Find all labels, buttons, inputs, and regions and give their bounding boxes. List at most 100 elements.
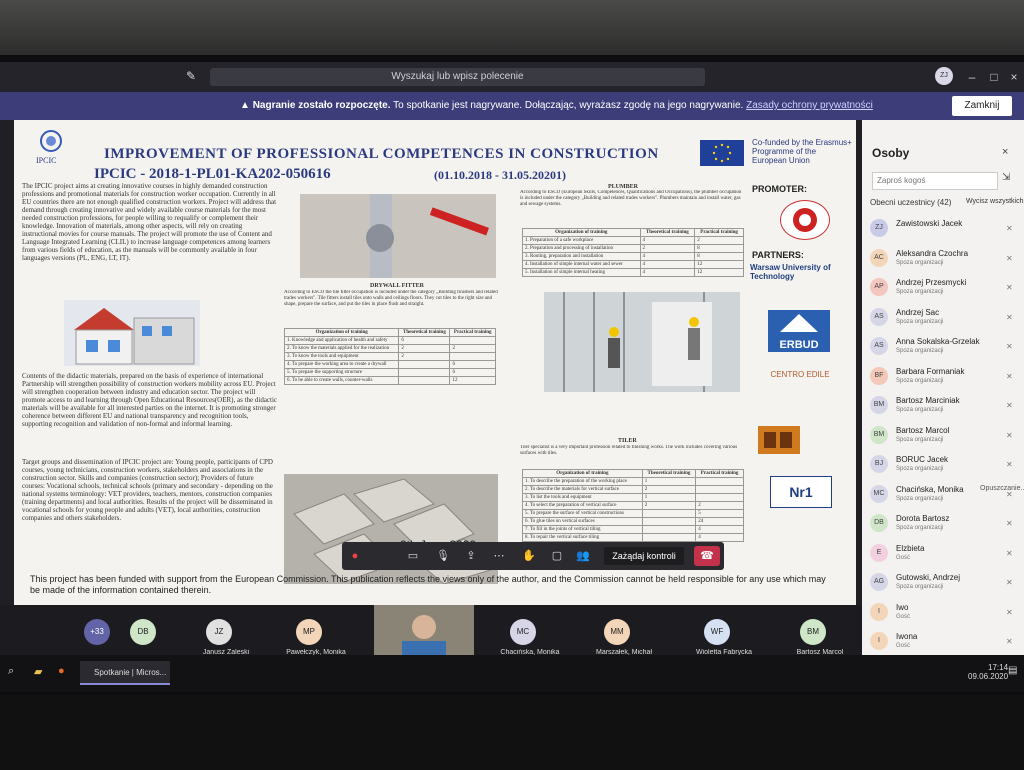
target-groups-text: Target groups and dissemination of IPCIC…	[22, 458, 273, 522]
house-illustration	[64, 300, 200, 366]
shared-content-poster: IPCIC IMPROVEMENT OF PROFESSIONAL COMPET…	[14, 120, 856, 605]
table-header: Practical training	[695, 469, 744, 478]
invite-input[interactable]: Zaproś kogoś	[872, 172, 998, 190]
hang-up-button[interactable]: ☎	[694, 546, 720, 566]
participant-row[interactable]: BJ BORUC Jacek Spoza organizacji ✕	[868, 452, 1018, 478]
participant-row[interactable]: ZJ Zawistowski Jacek ✕	[868, 216, 1018, 242]
tiler-text: Tiler specialist is a very important pro…	[520, 445, 738, 456]
participant-role: Spoza organizacji	[896, 318, 944, 325]
table-header: Organization of training	[283, 328, 400, 337]
profile-avatar[interactable]: ZJ	[935, 67, 953, 85]
drywall-training-table: Organization of training Theoretical trai…	[283, 328, 496, 385]
participant-row[interactable]: BM Bartosz Marcol Spoza organizacji ✕	[868, 423, 1018, 449]
warsaw-university-logo: Warsaw University of Technology	[750, 263, 831, 281]
current-participants-toggle[interactable]: Obecni uczestnicy (42)	[870, 198, 951, 207]
mic-muted-icon: ✕	[1006, 430, 1013, 440]
promoter-heading: PROMOTER:	[752, 184, 807, 194]
search-input[interactable]: Wyszukaj lub wpisz polecenie	[210, 68, 705, 86]
notifications-icon[interactable]: ▤	[1008, 665, 1017, 676]
project-dates: (01.10.2018 - 31.05.20201)	[434, 168, 566, 182]
plumbing-photo	[300, 194, 496, 278]
participant-role: Spoza organizacji	[896, 436, 944, 443]
raise-hand-icon[interactable]: ✋	[520, 548, 538, 564]
participant-avatar: BJ	[870, 455, 888, 473]
search-icon[interactable]: ⌕	[8, 665, 14, 678]
erbud-logo-text: ERBUD	[779, 339, 819, 351]
more-actions-icon[interactable]: ⋯	[490, 548, 508, 564]
compose-icon[interactable]: ✎	[186, 69, 196, 83]
participant-row[interactable]: I Iwo Gość ✕	[868, 600, 1018, 626]
close-window-icon[interactable]: ×	[1004, 68, 1024, 86]
participant-avatar: AG	[870, 573, 888, 591]
gallery-avatar: BM	[800, 619, 826, 645]
mic-muted-icon: ✕	[1006, 607, 1013, 617]
participant-row[interactable]: BM Bartosz Marciniak Spoza organizacji ✕	[868, 393, 1018, 419]
participant-avatar: AC	[870, 248, 888, 267]
participant-avatar: I	[870, 632, 888, 650]
camera-off-icon[interactable]: ▭	[404, 548, 422, 564]
mic-muted-icon: ✕	[1006, 283, 1013, 292]
mic-off-icon[interactable]: 🎙	[434, 548, 452, 564]
mute-all-button[interactable]: Wycisz wszystkich	[966, 198, 1024, 205]
participant-name: Elzbieta	[896, 543, 925, 553]
table-header: Theoretical training	[639, 228, 696, 237]
participant-role: Spoza organizacji	[896, 525, 944, 531]
participant-row[interactable]: AG Gutowski, Andrzej Spoza organizacji ✕	[868, 570, 1018, 596]
more-participants-badge[interactable]: +33	[84, 619, 110, 645]
participant-name: Anna Sokalska-Grzelak	[896, 337, 980, 346]
participants-panel: Osoby × Zaproś kogoś ⇲ Obecni uczestnicy…	[862, 120, 1024, 692]
file-explorer-icon[interactable]: ▰	[34, 665, 42, 678]
taskbar: ⌕ ▰ ● Spotkanie | Micros... 17:14 09.06.…	[0, 655, 1024, 692]
table-header: Organization of training	[522, 469, 643, 478]
screen: ✎ Wyszukaj lub wpisz polecenie ZJ – □ × …	[0, 62, 1024, 692]
participant-role: Spoza organizacji	[896, 289, 944, 295]
participants-icon[interactable]: 👥	[574, 548, 592, 564]
participant-name: Dorota Bartosz	[896, 514, 950, 523]
maximize-icon[interactable]: □	[984, 68, 1004, 86]
gallery-avatar: MC	[510, 619, 536, 645]
mic-muted-icon: ✕	[1006, 253, 1013, 263]
drywall-text: According to ESCO the tile fitter occupa…	[284, 290, 498, 307]
poster-title: IMPROVEMENT OF PROFESSIONAL COMPETENCES …	[104, 146, 659, 162]
share-invite-icon[interactable]: ⇲	[1002, 172, 1010, 183]
clock-date: 09.06.2020	[968, 672, 1009, 681]
participant-avatar: MC	[870, 484, 888, 503]
participant-avatar: BM	[870, 425, 888, 444]
close-panel-icon[interactable]: ×	[1002, 146, 1008, 158]
participant-row[interactable]: AP Andrzej Przesmycki Spoza organizacji ✕	[868, 275, 1018, 301]
mic-muted-icon: ✕	[1006, 637, 1013, 646]
gallery-avatar: DB	[130, 619, 156, 645]
tiler-heading: TILER	[618, 438, 637, 444]
partners-heading: PARTNERS:	[752, 250, 804, 260]
clock-time: 17:14	[988, 663, 1009, 672]
participant-avatar: I	[870, 602, 888, 621]
teams-taskbar-item[interactable]: Spotkanie | Micros...	[80, 661, 170, 685]
privacy-link[interactable]: Zasady ochrony prywatności	[746, 100, 873, 111]
mic-muted-icon: ✕	[1006, 548, 1013, 558]
participant-row[interactable]: AC Aleksandra Czochra Spoza organizacji ✕	[868, 246, 1018, 272]
participant-row[interactable]: BF Barbara Formaniak Spoza organizacji ✕	[868, 364, 1018, 390]
chat-icon[interactable]: ▢	[548, 548, 566, 564]
participant-name: Aleksandra Czochra	[896, 248, 969, 258]
participant-row[interactable]: I Iwona Gość ✕	[868, 629, 1018, 655]
ipcic-logo-text: IPCIC	[36, 156, 57, 165]
participant-name: Iwo	[896, 602, 909, 612]
share-screen-icon[interactable]: ⇪	[462, 548, 480, 564]
participant-row[interactable]: E Elzbieta Gość ✕	[868, 541, 1018, 567]
participant-row[interactable]: AS Anna Sokalska-Grzelak Spoza organizacji…	[868, 334, 1018, 360]
banner-message: ▲ Nagranie zostało rozpoczęte. To spotka…	[240, 100, 873, 111]
close-banner-button[interactable]: Zamknij	[952, 96, 1012, 116]
desk-background	[0, 695, 1024, 770]
mic-muted-icon: ✕	[1006, 578, 1013, 587]
eu-flag-icon	[700, 140, 744, 166]
participant-row[interactable]: DB Dorota Bartosz Spoza organizacji ✕	[868, 511, 1018, 537]
request-control-button[interactable]: Zażądaj kontroli	[604, 547, 684, 565]
minimize-icon[interactable]: –	[962, 68, 982, 86]
participant-role: Spoza organizacji	[896, 348, 944, 354]
participant-row[interactable]: AS Andrzej Sac Spoza organizacji ✕	[868, 305, 1018, 331]
participant-name: Iwona	[896, 632, 918, 641]
firefox-icon[interactable]: ●	[58, 665, 65, 677]
participant-role: Spoza organizacji	[896, 495, 944, 502]
project-code: IPCIC - 2018-1-PL01-KA202-050616	[94, 166, 331, 182]
participant-role: Spoza organizacji	[896, 466, 944, 472]
